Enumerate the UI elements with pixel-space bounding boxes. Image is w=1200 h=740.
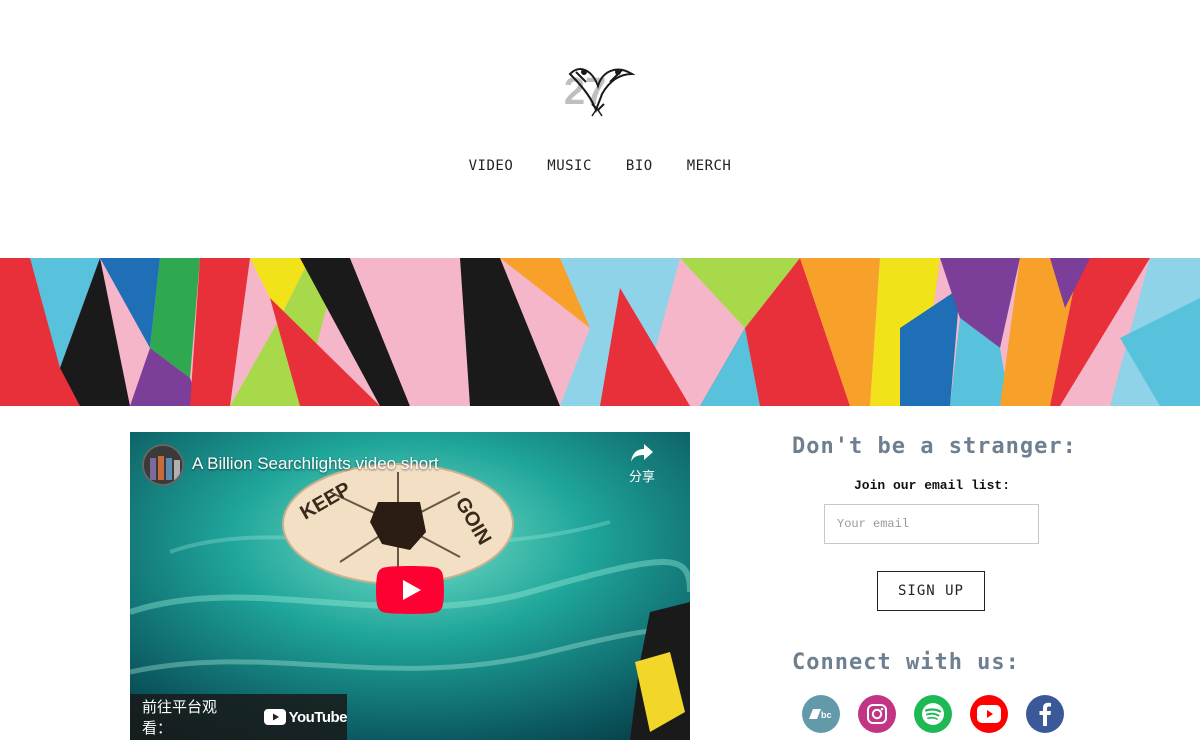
video-title[interactable]: A Billion Searchlights video short [192, 454, 439, 474]
share-label: 分享 [628, 470, 655, 485]
facebook-icon[interactable] [1026, 695, 1064, 733]
nav-video[interactable]: VIDEO [469, 158, 514, 174]
email-field[interactable] [824, 504, 1039, 544]
share-button[interactable]: 分享 [626, 444, 658, 485]
youtube-icon[interactable] [970, 695, 1008, 733]
svg-text:bc: bc [821, 710, 832, 720]
social-links: bc [802, 695, 1064, 733]
join-email-label: Join our email list: [853, 478, 1011, 493]
newsletter-heading: Don't be a stranger: [792, 434, 1077, 459]
hero-banner-painting [0, 258, 1200, 406]
nav-bio[interactable]: BIO [626, 158, 653, 174]
youtube-wordmark: YouTube [288, 708, 348, 726]
watch-on-label: 前往平台观看： [142, 698, 218, 737]
nav-merch[interactable]: MERCH [687, 158, 732, 174]
spotify-icon[interactable] [914, 695, 952, 733]
youtube-logo: YouTube [263, 708, 348, 726]
watch-on-youtube-button[interactable]: 前往平台观看： YouTube [130, 694, 348, 740]
band-logo[interactable]: 27 [562, 60, 638, 120]
connect-heading: Connect with us: [792, 650, 1020, 675]
bandcamp-icon[interactable]: bc [802, 695, 840, 733]
sign-up-button[interactable]: SIGN UP [877, 571, 985, 611]
youtube-video-embed[interactable]: KEEP GOIN A Billion Searchlights video s… [130, 432, 690, 740]
nav-music[interactable]: MUSIC [547, 158, 592, 174]
youtube-play-icon [263, 709, 286, 725]
share-arrow-icon [631, 444, 653, 462]
main-nav: VIDEO MUSIC BIO MERCH [0, 158, 1200, 174]
instagram-icon[interactable] [858, 695, 896, 733]
play-button[interactable] [376, 566, 444, 614]
channel-avatar[interactable] [142, 444, 184, 486]
